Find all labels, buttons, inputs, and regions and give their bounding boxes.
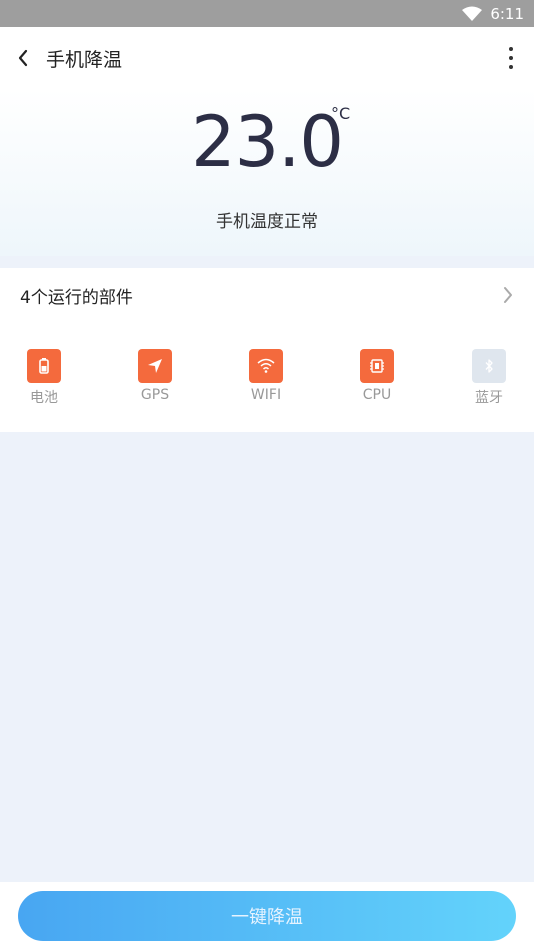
running-parts-title: 4个运行的部件	[20, 287, 133, 308]
temperature-unit: °C	[331, 104, 351, 123]
running-parts-header[interactable]: 4个运行的部件	[0, 268, 534, 322]
bluetooth-icon	[472, 349, 506, 383]
more-dot-icon	[509, 47, 513, 51]
part-label: CPU	[362, 387, 392, 403]
part-wifi[interactable]: WIFI	[236, 349, 296, 403]
part-gps[interactable]: GPS	[125, 349, 185, 403]
more-dot-icon	[509, 65, 513, 69]
battery-icon	[27, 349, 61, 383]
more-dot-icon	[509, 56, 513, 60]
temperature-hero: 23.0 °C 手机温度正常	[0, 89, 534, 256]
navigation-arrow-icon	[138, 349, 172, 383]
status-time: 6:11	[490, 4, 524, 23]
part-battery[interactable]: 电池	[14, 349, 74, 407]
part-bluetooth[interactable]: 蓝牙	[459, 349, 519, 407]
wifi-signal-icon	[462, 6, 483, 21]
wifi-icon	[249, 349, 283, 383]
running-parts-panel: 4个运行的部件 电池 GPS WIFI CPU 蓝牙	[0, 268, 534, 432]
chevron-right-icon	[504, 287, 512, 303]
status-bar: 6:11	[0, 0, 534, 27]
one-key-cool-button[interactable]: 一键降温	[18, 891, 516, 941]
part-label: WIFI	[250, 387, 282, 403]
part-label: 电池	[30, 390, 58, 406]
back-button[interactable]	[0, 27, 46, 89]
more-options-button[interactable]	[504, 45, 518, 71]
app-bar: 手机降温	[0, 27, 534, 89]
part-cpu[interactable]: CPU	[347, 349, 407, 403]
temperature-value: 23.0	[191, 101, 344, 183]
temperature-status: 手机温度正常	[216, 212, 318, 232]
page-title: 手机降温	[46, 48, 123, 71]
chevron-left-icon	[18, 49, 28, 67]
part-label: 蓝牙	[475, 390, 503, 406]
bottom-action-bar: 一键降温	[0, 882, 534, 949]
chip-icon	[360, 349, 394, 383]
part-label: GPS	[140, 387, 170, 403]
